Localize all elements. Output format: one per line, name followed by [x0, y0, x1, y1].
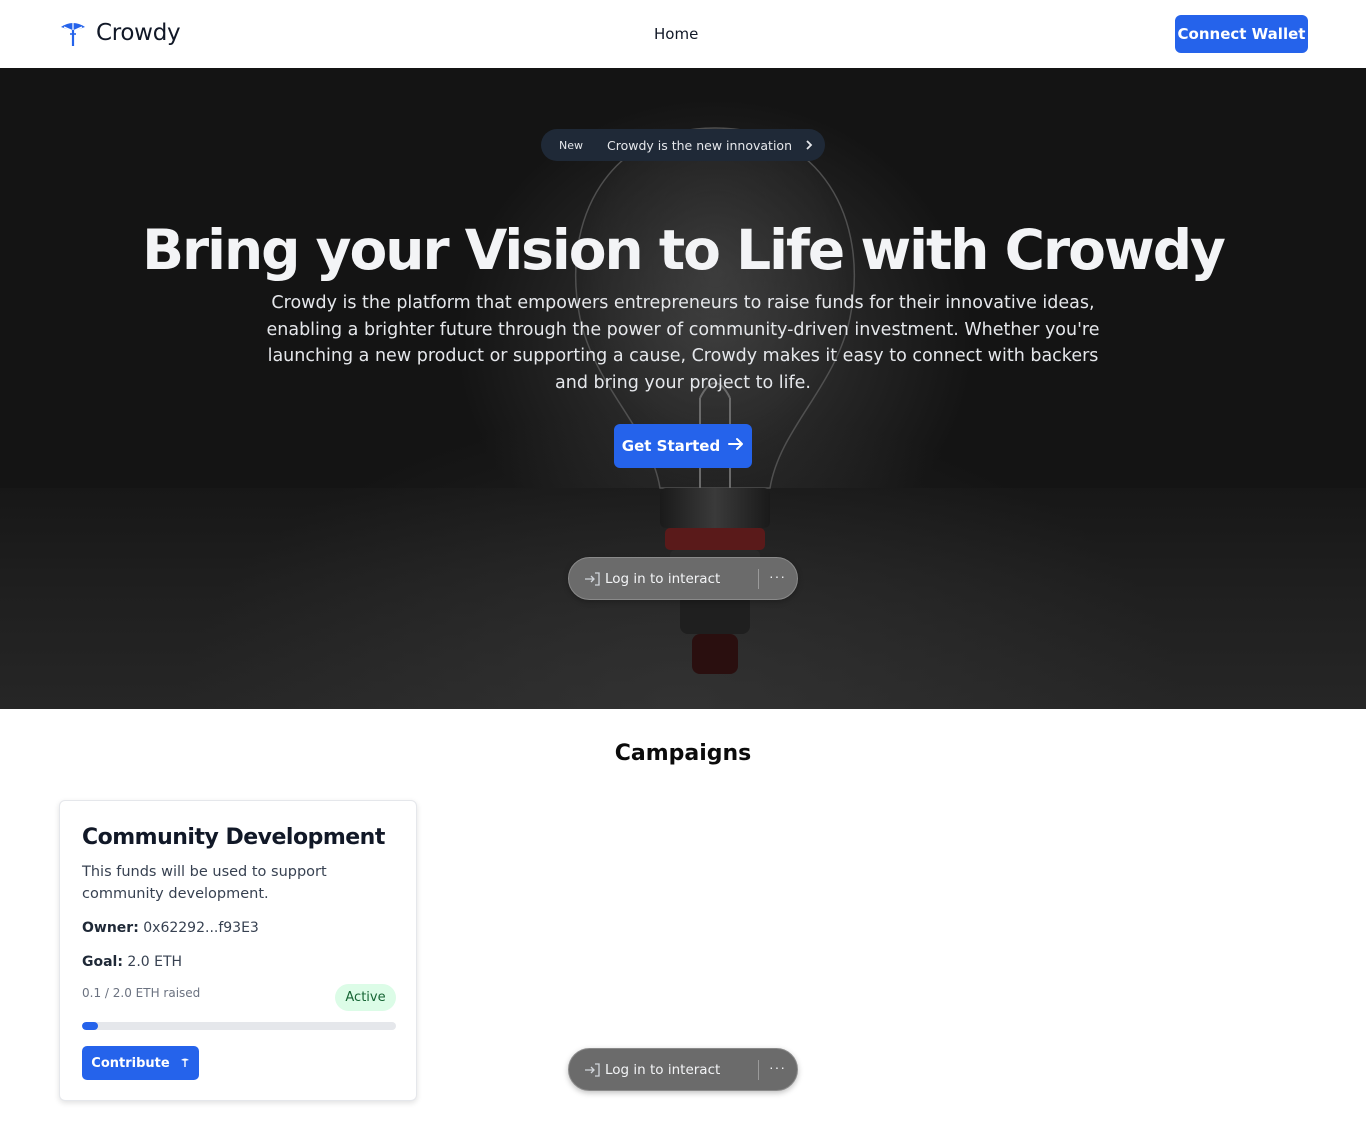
login-arrow-icon — [583, 1062, 601, 1078]
hero-title: Bring your Vision to Life with Crowdy — [142, 218, 1226, 282]
owner-label: Owner: — [82, 920, 139, 936]
login-to-interact-pill[interactable]: Log in to interact ··· — [568, 1048, 798, 1091]
connect-wallet-button[interactable]: Connect Wallet — [1175, 15, 1308, 53]
campaign-card: Community Development This funds will be… — [59, 800, 417, 1101]
campaigns-heading: Campaigns — [614, 741, 752, 766]
hero-description: Crowdy is the platform that empowers ent… — [266, 293, 1100, 393]
more-icon[interactable]: ··· — [769, 568, 786, 584]
arrow-right-icon — [728, 437, 744, 455]
raised-amount: 0.1 / 2.0 ETH raised — [82, 986, 201, 1000]
login-to-interact-label: Log in to interact — [605, 570, 721, 587]
status-badge: Active — [335, 984, 396, 1011]
owner-value: 0x62292...f93E3 — [143, 920, 259, 936]
contribute-label: Contribute — [91, 1055, 170, 1071]
login-arrow-icon — [583, 571, 601, 587]
badge-new-tag: New — [559, 138, 583, 152]
announcement-badge[interactable]: New Crowdy is the new innovation — [541, 129, 825, 161]
goal-value: 2.0 ETH — [127, 954, 183, 970]
nav-home-link[interactable]: Home — [654, 25, 698, 43]
chevron-right-icon — [804, 139, 814, 151]
campaign-owner: Owner: 0x62292...f93E3 — [82, 920, 259, 936]
campaign-description: This funds will be used to support commu… — [82, 864, 327, 902]
badge-text: Crowdy is the new innovation — [607, 137, 792, 153]
goal-label: Goal: — [82, 954, 123, 970]
funding-progress-fill — [82, 1022, 98, 1030]
funding-progress-bar — [82, 1022, 396, 1030]
hero-section: New Crowdy is the new innovation Bring y… — [0, 68, 1366, 709]
contribute-icon — [180, 1056, 190, 1071]
logo-text: Crowdy — [96, 20, 181, 46]
contribute-button[interactable]: Contribute — [82, 1046, 199, 1080]
top-navbar: Crowdy Home Connect Wallet — [0, 0, 1366, 68]
logo[interactable]: Crowdy — [58, 18, 181, 48]
get-started-button[interactable]: Get Started — [614, 424, 752, 468]
login-to-interact-label: Log in to interact — [605, 1061, 721, 1078]
campaign-goal: Goal: 2.0 ETH — [82, 954, 182, 970]
logo-icon — [58, 18, 88, 48]
campaign-title: Community Development — [82, 825, 385, 850]
login-to-interact-pill[interactable]: Log in to interact ··· — [568, 557, 798, 600]
pill-divider — [758, 1060, 759, 1080]
get-started-label: Get Started — [621, 437, 721, 455]
pill-divider — [758, 569, 759, 589]
more-icon[interactable]: ··· — [769, 1059, 786, 1075]
